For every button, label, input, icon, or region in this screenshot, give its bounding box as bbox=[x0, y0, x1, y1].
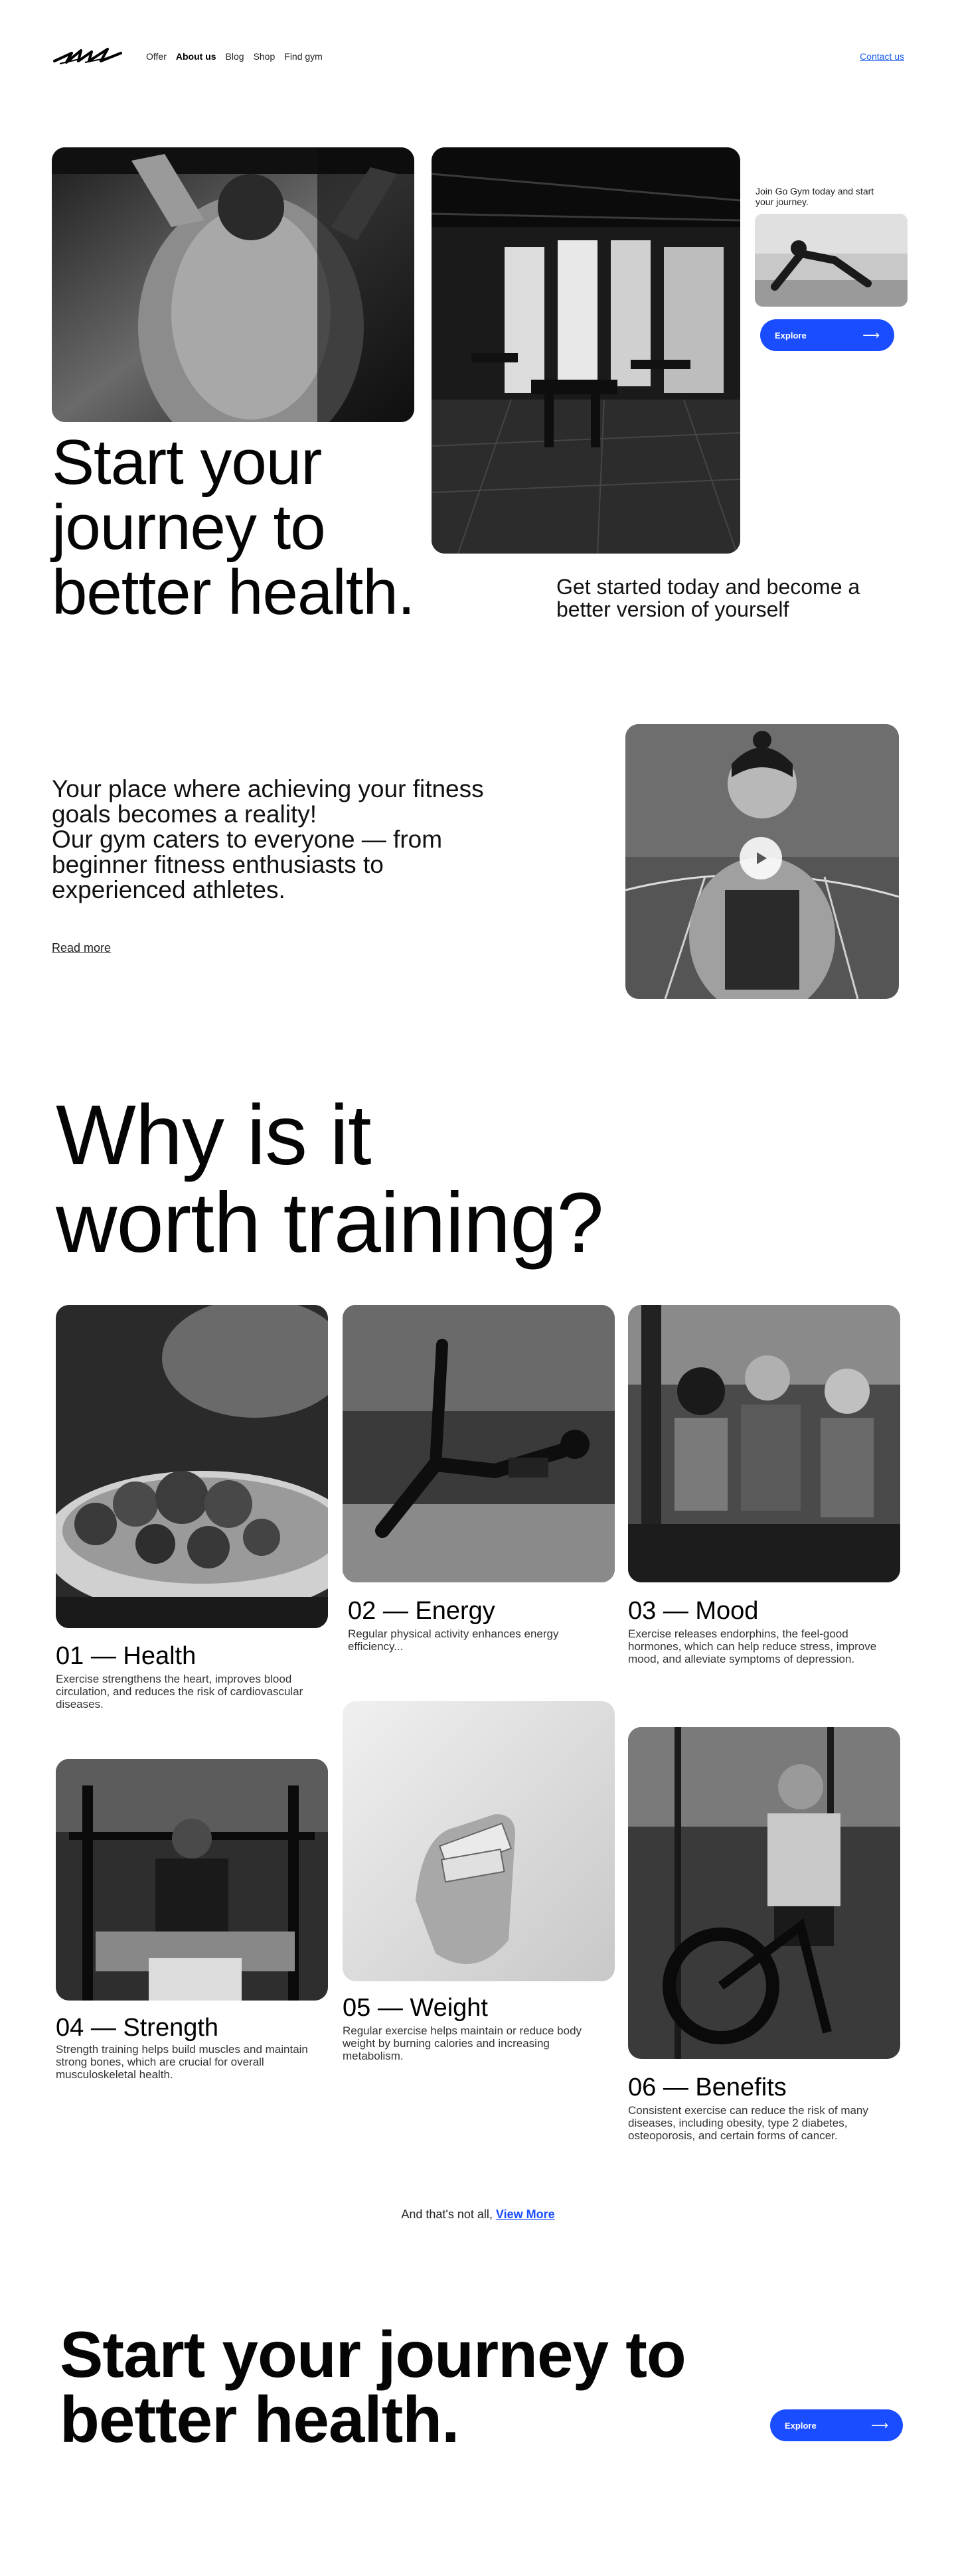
hero-photo-gym-interior bbox=[432, 147, 740, 554]
brand-logo[interactable] bbox=[52, 41, 125, 72]
final-title: Start your journey to better health. bbox=[60, 2322, 790, 2452]
about-text-line-1: Your place where achieving your fitness … bbox=[52, 775, 484, 828]
nav-item-find-gym[interactable]: Find gym bbox=[284, 51, 323, 62]
card-title-benefits: 06 — Benefits bbox=[628, 2074, 787, 2101]
hero-photo-back-muscles bbox=[52, 147, 414, 422]
more-prefix: And that's not all, bbox=[401, 2208, 493, 2221]
card-title-health: 01 — Health bbox=[56, 1642, 197, 1670]
card-desc-benefits: Consistent exercise can reduce the risk … bbox=[628, 2104, 868, 2142]
card-photo-bench-press bbox=[56, 1759, 328, 2001]
about-text-line-2: Our gym caters to everyone — from beginn… bbox=[52, 826, 443, 903]
hero-title-line-1: Start your bbox=[52, 427, 322, 498]
why-title-line-1: Why is it bbox=[56, 1088, 372, 1183]
about-text: Your place where achieving your fitness … bbox=[52, 777, 517, 903]
explore-button-label: Explore bbox=[775, 330, 807, 341]
card-title-weight: 05 — Weight bbox=[343, 1994, 488, 2022]
read-more-link[interactable]: Read more bbox=[52, 941, 111, 955]
card-title-energy: 02 — Energy bbox=[348, 1597, 495, 1625]
nav-item-offer[interactable]: Offer bbox=[146, 51, 167, 62]
card-desc-weight: Regular exercise helps maintain or reduc… bbox=[343, 2024, 582, 2062]
final-title-line-1: Start your journey to bbox=[60, 2318, 686, 2391]
long-arrow-right-icon: ⟶ bbox=[871, 2418, 888, 2432]
card-photo-yoga-stretch bbox=[343, 1305, 615, 1582]
card-desc-energy: Regular physical activity enhances energ… bbox=[348, 1628, 559, 1653]
join-text: Join Go Gym today and start your journey… bbox=[756, 186, 874, 207]
why-section-title: Why is it worth training? bbox=[56, 1092, 720, 1267]
view-more-link[interactable]: View More bbox=[496, 2208, 555, 2221]
hero-title: Start your journey to better health. bbox=[52, 430, 477, 625]
card-desc-health: Exercise strengthens the heart, improves… bbox=[56, 1673, 303, 1710]
hero-title-line-2: journey to bbox=[52, 492, 326, 563]
hero-title-line-3: better health. bbox=[52, 557, 415, 628]
nav-item-shop[interactable]: Shop bbox=[254, 51, 276, 62]
hero-photo-plank bbox=[755, 214, 908, 307]
card-desc-strength: Strength training helps build muscles an… bbox=[56, 2043, 308, 2081]
explore-button-footer[interactable]: Explore ⟶ bbox=[770, 2409, 903, 2441]
card-photo-measuring-tape bbox=[343, 1701, 615, 1981]
nav-item-blog[interactable]: Blog bbox=[226, 51, 244, 62]
main-nav: Offer About us Blog Shop Find gym bbox=[146, 51, 323, 62]
more-line: And that's not all, View More bbox=[0, 2208, 956, 2222]
explore-button-footer-label: Explore bbox=[785, 2420, 817, 2431]
final-title-line-2: better health. bbox=[60, 2383, 459, 2456]
card-photo-fruit bbox=[56, 1305, 328, 1628]
card-title-strength: 04 — Strength bbox=[56, 2014, 219, 2042]
long-arrow-right-icon: ⟶ bbox=[862, 328, 880, 342]
why-title-line-2: worth training? bbox=[56, 1175, 604, 1270]
play-video-button[interactable] bbox=[740, 837, 782, 879]
explore-button[interactable]: Explore ⟶ bbox=[760, 319, 894, 351]
card-title-mood: 03 — Mood bbox=[628, 1597, 759, 1625]
card-photo-air-bike bbox=[628, 1727, 900, 2059]
nav-item-about-us[interactable]: About us bbox=[176, 51, 216, 62]
hero-subtitle: Get started today and become a better ve… bbox=[556, 575, 860, 621]
play-icon bbox=[757, 852, 767, 864]
card-desc-mood: Exercise releases endorphins, the feel-g… bbox=[628, 1628, 877, 1665]
card-photo-group-cycling bbox=[628, 1305, 900, 1582]
contact-us-link[interactable]: Contact us bbox=[860, 51, 904, 62]
